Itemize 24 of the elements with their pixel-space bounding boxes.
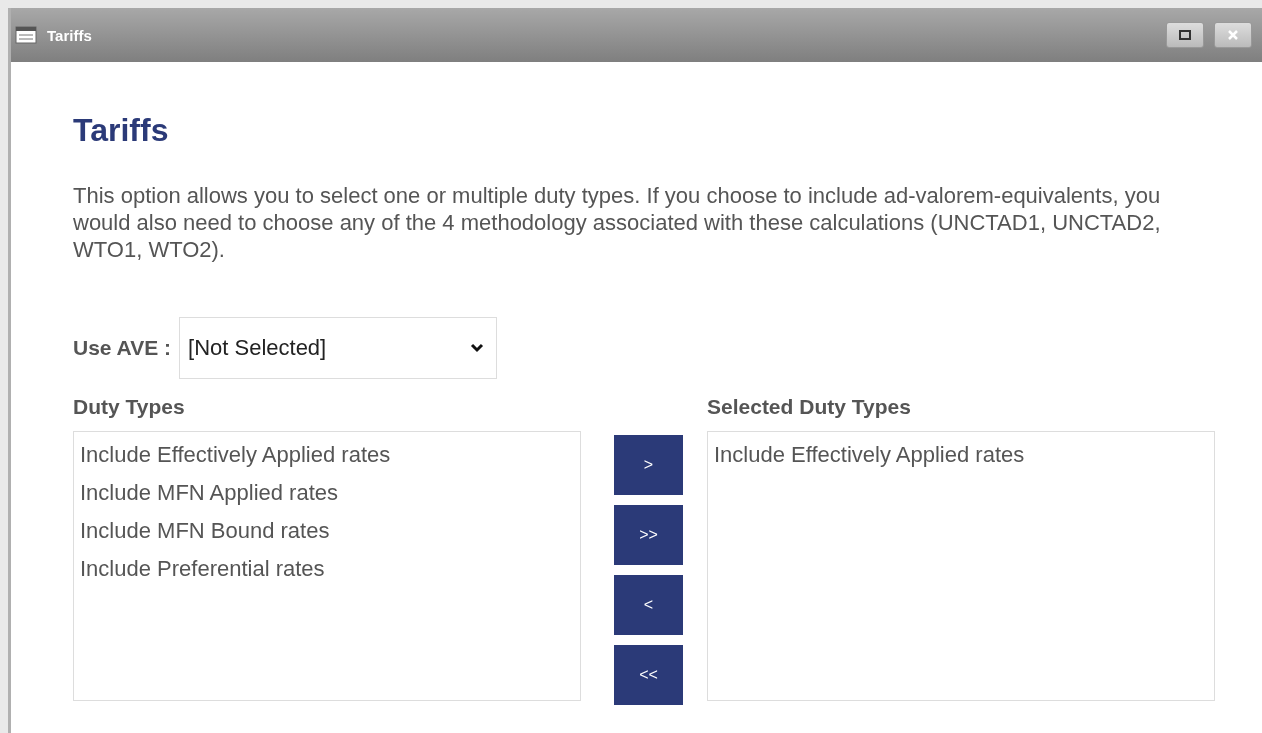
selected-duty-types-listbox[interactable]: Include Effectively Applied rates <box>707 431 1215 701</box>
duty-types-listbox[interactable]: Include Effectively Applied rates Include MFN Applied rates Include MFN Bound rates Include Preferential rates <box>73 431 581 701</box>
duty-types-label: Duty Types <box>73 395 186 419</box>
list-option[interactable]: Include Effectively Applied rates <box>80 436 391 474</box>
window-title: Tariffs <box>47 26 92 44</box>
move-button[interactable]: < <box>614 575 683 635</box>
list-option[interactable]: Include Effectively Applied rates <box>714 436 1025 474</box>
description-text: This option allows you to select one or multiple duty types. If you choose to include ad-valorem-equivalents, you would also need to choose any of the 4 methodology associated with these calculations (UNCTAD1, UNCTAD2, WTO1, WTO2). <box>73 182 1162 263</box>
move-button[interactable]: >> <box>614 505 683 565</box>
selected-duty-types-label: Selected Duty Types <box>707 395 912 419</box>
close-button[interactable] <box>1214 22 1252 48</box>
maximize-icon <box>1179 30 1191 40</box>
chevron-down-icon <box>470 343 485 353</box>
use-ave-label: Use AVE : <box>73 336 172 360</box>
window-icon <box>15 26 37 44</box>
move-button[interactable]: << <box>614 645 683 705</box>
list-option[interactable]: Include MFN Bound rates <box>80 512 330 550</box>
page-heading: Tariffs <box>73 111 170 150</box>
use-ave-dropdown[interactable]: [Not Selected] <box>179 317 498 379</box>
list-option[interactable]: Include Preferential rates <box>80 550 325 588</box>
move-button[interactable]: > <box>614 435 683 495</box>
maximize-button[interactable] <box>1166 22 1204 48</box>
list-option[interactable]: Include MFN Applied rates <box>80 474 339 512</box>
close-icon <box>1227 29 1239 41</box>
